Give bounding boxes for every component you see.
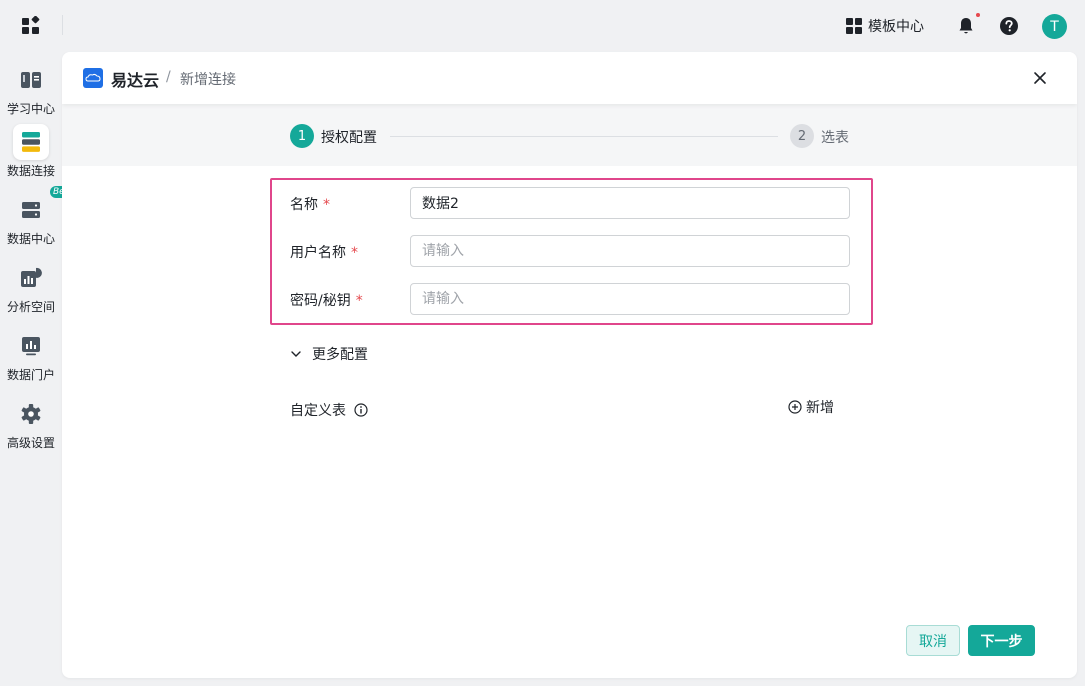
learning-center-icon: [21, 72, 41, 88]
sidebar-item-analysis-space[interactable]: 分析空间: [0, 260, 62, 322]
top-bar: 模板中心 T: [0, 0, 1085, 52]
breadcrumb-separator: /: [166, 69, 171, 85]
step-2-label: 选表: [821, 130, 849, 146]
data-connection-icon: [22, 132, 40, 152]
sidebar-item-data-portal[interactable]: 数据门户: [0, 328, 62, 390]
plus-circle-icon: [788, 400, 802, 414]
avatar[interactable]: T: [1042, 14, 1067, 39]
data-portal-icon: [22, 337, 40, 356]
sidebar-item-label: 数据门户: [6, 368, 55, 382]
more-config-toggle[interactable]: 更多配置: [290, 344, 368, 364]
password-input[interactable]: [410, 283, 850, 315]
sidebar-item-label: 分析空间: [6, 300, 55, 314]
info-icon[interactable]: [354, 403, 368, 417]
sidebar-item-advanced-settings[interactable]: 高级设置: [0, 396, 62, 458]
custom-table-label: 自定义表: [290, 400, 368, 420]
chevron-down-icon: [291, 351, 301, 357]
username-input[interactable]: [410, 235, 850, 267]
brand-logo-icon: [83, 68, 103, 88]
analysis-space-icon: [21, 267, 42, 287]
gear-icon: [21, 404, 41, 424]
add-label: 新增: [806, 400, 834, 416]
name-input[interactable]: [410, 187, 850, 219]
data-center-icon: [22, 202, 40, 218]
add-custom-table-button[interactable]: 新增: [788, 397, 834, 417]
main-panel: 易达云 / 新增连接 1 授权配置 2 选表 名称* 用户名称* 密码/秘钥* …: [62, 52, 1077, 678]
step-1-label: 授权配置: [321, 130, 377, 146]
name-field-label: 名称 *: [290, 197, 330, 213]
step-1-number: 1: [290, 124, 314, 148]
sidebar-item-label: 高级设置: [6, 436, 55, 450]
step-connector: [390, 136, 778, 137]
breadcrumb-current: 新增连接: [180, 72, 236, 88]
password-field-label: 密码/秘钥 *: [290, 293, 363, 309]
sidebar-item-data-connection[interactable]: 数据连接: [0, 124, 62, 186]
step-2-number: 2: [790, 124, 814, 148]
brand-name: 易达云: [111, 71, 160, 90]
next-step-button[interactable]: 下一步: [968, 625, 1035, 656]
bell-icon[interactable]: [956, 16, 976, 36]
sidebar-item-label: 数据中心: [6, 232, 55, 246]
template-center-label: 模板中心: [868, 19, 924, 35]
sidebar-item-data-center[interactable]: Beta 数据中心: [0, 186, 77, 254]
help-icon[interactable]: [999, 16, 1019, 36]
app-grid-icon[interactable]: [22, 16, 40, 34]
step-indicator: 1 授权配置 2 选表: [62, 104, 1077, 166]
sidebar-item-learning-center[interactable]: 学习中心: [0, 62, 62, 124]
topbar-divider: [62, 15, 63, 35]
template-grid-icon: [846, 18, 862, 34]
more-config-label: 更多配置: [312, 347, 368, 363]
username-field-label: 用户名称 *: [290, 245, 358, 261]
sidebar-item-label: 数据连接: [6, 164, 55, 178]
cancel-button[interactable]: 取消: [906, 625, 960, 656]
close-icon[interactable]: [1030, 68, 1050, 88]
notification-dot: [976, 13, 980, 17]
template-center-button[interactable]: 模板中心: [846, 14, 924, 38]
panel-header: 易达云 / 新增连接: [62, 52, 1077, 104]
sidebar-item-label: 学习中心: [6, 102, 55, 116]
